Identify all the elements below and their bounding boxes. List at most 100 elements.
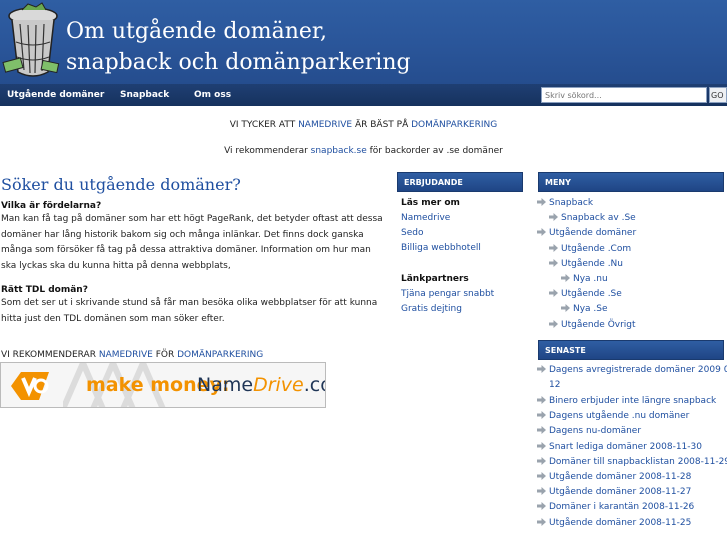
senaste-header: SENASTE [538,340,724,360]
nav-item-snapback[interactable]: Snapback [120,90,169,100]
senaste-item[interactable]: Domäner till snapbacklistan 2008-11-29 [537,456,727,467]
lankpartners-heading: Länkpartners [401,274,469,284]
senaste-item-label: Snart lediga domäner 2008-11-30 [549,441,702,452]
snapback-se-link[interactable]: snapback.se [311,146,367,156]
senaste-item[interactable]: Dagens utgående .nu domäner [537,411,689,421]
erbjudande-link-namedrive[interactable]: Namedrive [401,213,450,223]
arrow-right-icon [537,441,546,450]
senaste-item[interactable]: Utgående domäner 2008-11-25 [537,517,692,528]
meny-item[interactable]: Utgående domäner [537,228,636,238]
senaste-item[interactable]: Domäner i karantän 2008-11-26 [537,502,694,512]
banner-name: Name [197,374,254,396]
meny-item[interactable]: Nya .Se [561,304,608,314]
promo-text: VI TYCKER ATT [229,120,299,130]
recommend-text: VI REKOMMENDERAR [1,350,99,360]
meny-item-label: Utgående .Se [561,289,622,300]
senaste-item-label: Utgående domäner 2008-11-27 [549,487,692,498]
arrow-right-icon [537,411,546,420]
senaste-item-label: Utgående domäner 2008-11-28 [549,472,692,482]
promo-line-snapback: Vi rekommenderar snapback.se för backord… [0,146,727,156]
tdl-paragraph: Som det ser ut i skrivande stund så får … [1,298,378,324]
promo-line-namedrive: VI TYCKER ATT NAMEDRIVE ÄR BÄST PÅ DOMÄN… [0,120,727,130]
arrow-right-icon [537,487,546,496]
meny-item[interactable]: Utgående .Com [549,243,632,254]
meny-item[interactable]: Nya .nu [561,274,608,284]
senaste-item-label: Binero erbjuder inte längre snapback [549,396,717,406]
arrow-right-icon [537,472,546,480]
meny-item[interactable]: Utgående .Nu [549,258,623,269]
senaste-item[interactable]: Utgående domäner 2008-11-28 [537,472,691,482]
senaste-item-continued[interactable]: 12 [549,380,560,390]
question-heading-tdl: Rätt TDL domän? [1,285,88,295]
senaste-item-label: Dagens utgående .nu domäner [549,411,690,422]
site-title-line2: snapback och domänparkering [66,50,411,75]
namedrive-link-2[interactable]: NAMEDRIVE [99,350,153,360]
meny-header: MENY [538,172,724,192]
arrow-right-icon [537,502,546,511]
nav-item-om-oss[interactable]: Om oss [194,90,231,100]
arrow-right-icon [549,319,558,328]
recommend-text: FÖR [152,350,178,360]
domanparkering-link[interactable]: DOMÄNPARKERING [411,120,497,130]
arrow-right-icon [537,228,546,237]
arrow-right-icon [537,517,546,526]
senaste-item[interactable]: Binero erbjuder inte längre snapback [537,396,716,406]
namedrive-link[interactable]: NAMEDRIVE [298,120,352,130]
promo-text: för backorder av .se domäner [366,146,503,156]
namedrive-banner[interactable]: make money: NameDrive.com [0,362,326,408]
meny-item[interactable]: Snapback av .Se [549,213,636,223]
meny-item-label: Utgående .Com [561,243,632,254]
meny-item[interactable]: Utgående .Se [549,289,622,299]
meny-item[interactable]: Utgående Övrigt [549,319,636,330]
senaste-item-label: Domäner i karantän 2008-11-26 [549,502,695,513]
senaste-item-label: Dagens nu-domäner [549,426,642,437]
meny-item-label: Utgående domäner [549,228,637,239]
recommend-line: VI REKOMMENDERAR NAMEDRIVE FÖR DOMÄNPARK… [1,350,263,360]
meny-item-label: Nya .nu [573,274,608,284]
erbjudande-link-billiga-webbhotell[interactable]: Billiga webbhotell [401,243,481,253]
senaste-item-label: Domäner till snapbacklistan 2008-11-29 [549,456,727,467]
arrow-right-icon [537,396,546,404]
partner-link-gratis-dejting[interactable]: Gratis dejting [401,304,462,314]
senaste-item-label: Utgående domäner 2008-11-25 [549,517,692,528]
arrow-right-icon [549,243,558,252]
banner-namedrive-text: NameDrive.com [197,374,325,396]
search-input[interactable] [541,87,707,103]
banner-drive: Drive [253,374,304,396]
arrow-right-icon [549,289,558,298]
namedrive-logo-icon [11,372,49,400]
meny-item-label: Utgående Övrigt [561,319,636,330]
senaste-item-label: Dagens avregistrerade domäner 2009 06 [549,365,727,375]
page-title: Söker du utgående domäner? [1,175,241,194]
nav-bar: Utgående domäner Snapback Om oss GO [0,84,727,106]
meny-item-label: Snapback [549,198,594,208]
meny-item-label: Nya .Se [573,304,608,315]
meny-item-label: Snapback av .Se [561,213,636,224]
arrow-right-icon [537,365,546,373]
meny-item[interactable]: Snapback [537,198,593,208]
senaste-item[interactable]: Utgående domäner 2008-11-27 [537,487,691,497]
arrow-right-icon [537,426,546,435]
arrow-right-icon [549,213,558,222]
arrow-right-icon [537,456,546,465]
meny-item-label: Utgående .Nu [561,258,623,269]
search-go-button[interactable]: GO [709,87,727,103]
arrow-right-icon [561,304,570,313]
senaste-item[interactable]: Dagens nu-domäner [537,426,641,436]
senaste-item[interactable]: Snart lediga domäner 2008-11-30 [537,441,702,452]
erbjudande-header: ERBJUDANDE [397,172,523,192]
erbjudande-link-sedo[interactable]: Sedo [401,228,423,238]
nav-item-utgaende-domaner[interactable]: Utgående domäner [7,90,104,100]
partner-link-tjana-pengar[interactable]: Tjäna pengar snabbt [401,289,494,299]
arrow-right-icon [561,274,570,282]
las-mer-om-heading: Läs mer om [401,198,460,208]
promo-text: ÄR BÄST PÅ [352,120,412,130]
domanparkering-link-2[interactable]: DOMÄNPARKERING [177,350,263,360]
question-heading-benefits: Vilka är fördelarna? [1,201,102,211]
trash-can-money-icon[interactable] [2,2,64,82]
arrow-right-icon [549,258,558,267]
site-title[interactable]: Om utgående domäner, snapback och domänp… [66,16,411,78]
banner-com: .com [303,374,325,396]
promo-text: Vi rekommenderar [224,146,311,156]
senaste-item[interactable]: Dagens avregistrerade domäner 2009 06 [537,365,727,375]
